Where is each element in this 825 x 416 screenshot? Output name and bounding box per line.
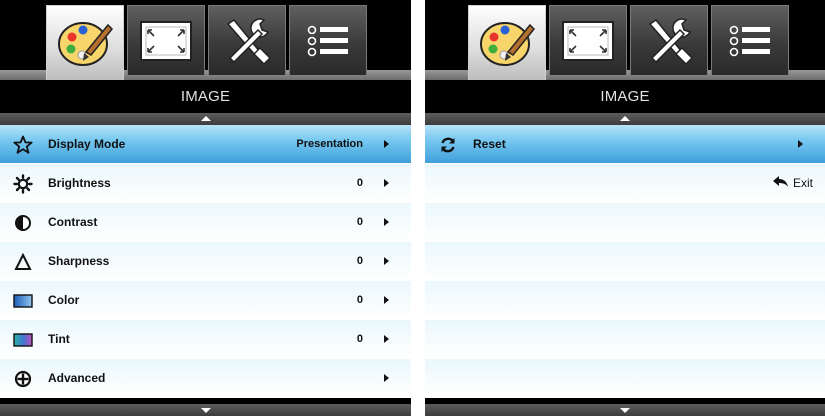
- sun-icon: [12, 173, 34, 195]
- page-title: IMAGE: [600, 88, 650, 105]
- chevron-right-icon: [384, 140, 389, 148]
- refresh-icon: [437, 134, 459, 156]
- right-image-menu: IMAGE Reset Exit: [425, 0, 825, 416]
- menu-item-value: 0: [356, 333, 363, 345]
- menu-item-value: 0: [356, 216, 363, 228]
- menu-item-tint[interactable]: Tint 0: [0, 320, 411, 359]
- menu-item-value: 0: [356, 294, 363, 306]
- scroll-down-indicator[interactable]: [425, 404, 825, 416]
- exit-label: Exit: [792, 176, 813, 190]
- chevron-right-icon: [384, 335, 389, 343]
- tab-options[interactable]: [711, 5, 789, 75]
- scroll-down-indicator[interactable]: [0, 404, 411, 416]
- chevron-right-icon: [384, 296, 389, 304]
- menu-list: Reset Exit: [425, 125, 825, 398]
- triangle-down-icon: [620, 408, 630, 413]
- circle-plus-icon: [12, 368, 34, 390]
- menu-item-color[interactable]: Color 0: [0, 281, 411, 320]
- list-icon: [727, 21, 773, 61]
- menu-item-value: Presentation: [296, 138, 363, 150]
- menu-empty-row: [425, 242, 825, 281]
- tools-icon: [642, 14, 696, 68]
- screen-icon: [138, 18, 194, 64]
- tab-setup[interactable]: [630, 5, 708, 75]
- triangle-up-icon: [200, 116, 211, 121]
- menu-item-label: Tint: [48, 332, 70, 346]
- menu-empty-row: [425, 203, 825, 242]
- menu-item-advanced[interactable]: Advanced: [0, 359, 411, 398]
- menu-title-bar: IMAGE: [425, 80, 825, 113]
- chevron-right-icon: [798, 140, 803, 148]
- tab-setup[interactable]: [208, 5, 286, 75]
- tab-image[interactable]: [468, 5, 546, 80]
- left-image-menu: IMAGE Display Mode Presentation Brightne…: [0, 0, 411, 416]
- triangle-up-icon: [620, 116, 630, 121]
- menu-item-display-mode[interactable]: Display Mode Presentation: [0, 125, 411, 164]
- tab-display[interactable]: [127, 5, 205, 75]
- menu-item-label: Sharpness: [48, 254, 110, 268]
- menu-item-sharpness[interactable]: Sharpness 0: [0, 242, 411, 281]
- return-arrow-icon: [772, 176, 789, 190]
- menu-item-value: 0: [356, 177, 363, 189]
- palette-icon: [56, 17, 114, 69]
- menu-item-label: Brightness: [48, 176, 111, 190]
- chevron-right-icon: [384, 374, 389, 382]
- palette-icon: [478, 17, 536, 69]
- menu-list: Display Mode Presentation Brightness 0 C…: [0, 125, 411, 398]
- menu-item-label: Reset: [473, 137, 506, 151]
- menu-item-reset[interactable]: Reset: [425, 125, 825, 164]
- menu-item-value: 0: [356, 255, 363, 267]
- chevron-right-icon: [384, 218, 389, 226]
- tab-display[interactable]: [549, 5, 627, 75]
- menu-item-label: Contrast: [48, 215, 98, 229]
- chevron-right-icon: [384, 257, 389, 265]
- menu-item-brightness[interactable]: Brightness 0: [0, 164, 411, 203]
- menu-empty-row: [425, 359, 825, 398]
- menu-tab-bar: [0, 0, 411, 80]
- list-icon: [305, 21, 351, 61]
- menu-item-exit[interactable]: Exit: [425, 164, 825, 203]
- scroll-up-indicator[interactable]: [425, 113, 825, 125]
- page-title: IMAGE: [180, 88, 231, 105]
- delta-icon: [12, 251, 34, 273]
- color-swatch-icon: [12, 290, 34, 312]
- star-icon: [12, 134, 34, 156]
- tab-image[interactable]: [46, 5, 124, 80]
- menu-title-bar: IMAGE: [0, 80, 411, 113]
- menu-empty-row: [425, 320, 825, 359]
- menu-item-label: Color: [48, 293, 80, 307]
- menu-empty-row: [425, 281, 825, 320]
- exit-button[interactable]: Exit: [772, 176, 813, 190]
- tab-options[interactable]: [289, 5, 367, 75]
- tools-icon: [220, 14, 274, 68]
- menu-tab-bar: [425, 0, 825, 80]
- menu-item-label: Advanced: [48, 371, 106, 385]
- menu-item-label: Display Mode: [48, 137, 126, 151]
- contrast-icon: [12, 212, 34, 234]
- chevron-right-icon: [384, 179, 389, 187]
- tint-swatch-icon: [12, 329, 34, 351]
- screen-icon: [560, 18, 616, 64]
- menu-item-contrast[interactable]: Contrast 0: [0, 203, 411, 242]
- triangle-down-icon: [200, 408, 211, 413]
- scroll-up-indicator[interactable]: [0, 113, 411, 125]
